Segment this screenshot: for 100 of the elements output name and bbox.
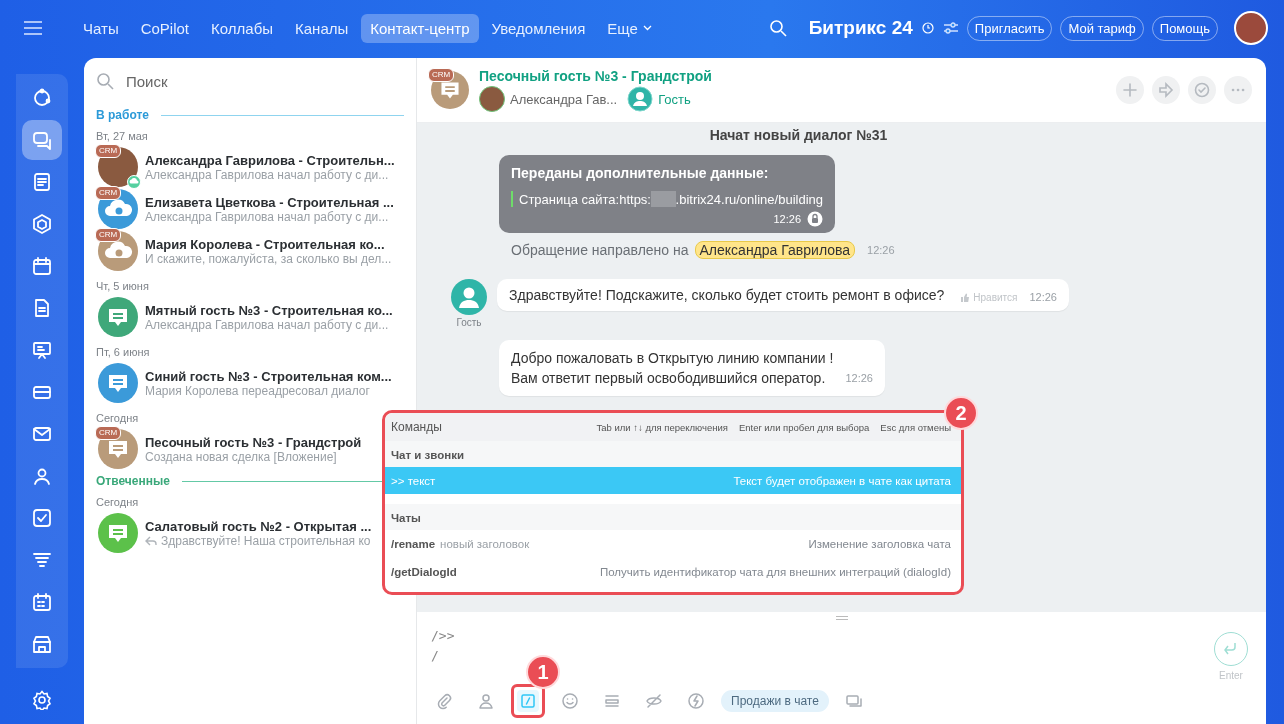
message-input[interactable]: />> / (431, 626, 455, 666)
step-marker: 1 (526, 655, 560, 689)
chat-title: Синий гость №3 - Строительная ком... (145, 368, 392, 384)
nav-tab[interactable]: CoPilot (131, 13, 199, 43)
routing-text: Обращение направлено на (511, 242, 689, 258)
member-name[interactable]: Александра Гав... (510, 91, 618, 107)
status-icon (127, 175, 141, 189)
smile-icon (561, 692, 579, 710)
section-header: Чат и звонки (385, 441, 961, 467)
nav-tab[interactable]: Чаты (74, 13, 128, 43)
search-icon (96, 72, 114, 90)
reply-icon (145, 535, 157, 546)
popup-title: Команды (391, 420, 442, 434)
member-name[interactable]: Гость (658, 91, 691, 107)
clock-icon (920, 21, 935, 35)
message-time: 12:26 (1029, 291, 1057, 303)
message-time: 12:26 (867, 244, 895, 256)
chat-list-item[interactable]: CRM Мария Королева - Строительная ко... И скажите, пожалуйста, за сколько вы дел... (84, 230, 406, 272)
slash-icon (519, 692, 537, 710)
chat-list-item[interactable]: CRM Песочный гость №3 - Грандстрой Создана новая сделка [Вложение] (84, 428, 376, 470)
store-icon (31, 633, 53, 655)
check-icon (1194, 82, 1210, 98)
tasks-icon (31, 507, 53, 529)
planner-icon (31, 591, 53, 613)
return-icon (1223, 642, 1239, 656)
nav-tab[interactable]: Уведомления (482, 13, 595, 43)
date-label: Пт, 6 июня (95, 345, 151, 360)
chat-preview: Александра Гаврилова начал работу с ди... (145, 209, 389, 224)
crm-badge: CRM (95, 228, 122, 242)
chat-title: Салатовый гость №2 - Открытая ... (145, 518, 372, 534)
sliders-icon[interactable] (942, 22, 959, 34)
chat-list-item[interactable]: Синий гость №3 - Строительная ком... Мария Королева переадресовал диалог (84, 362, 406, 404)
layers-icon (603, 692, 621, 710)
chat-preview: Мария Королева переадресовал диалог (145, 383, 370, 398)
user-mention[interactable]: Александра Гаврилова (694, 241, 856, 259)
page-url[interactable]: .bitrix24.ru/online/building (675, 191, 823, 207)
message-text: Добро пожаловать в Открытую линию компании ! Вам ответит первый освободившийся оператор. (511, 349, 834, 388)
message-heading: Переданы дополнительные данные: (511, 165, 770, 181)
date-label: Чт, 5 июня (95, 279, 150, 294)
nav-tab[interactable]: Контакт-центр (361, 13, 479, 43)
menu-icon[interactable] (24, 21, 42, 35)
sidebar-item[interactable] (22, 120, 62, 160)
date-label: Вт, 27 мая (95, 129, 149, 144)
chat-list-item[interactable]: Салатовый гость №2 - Открытая ... Здравствуйте! Наша строительная ко (84, 512, 386, 554)
chat-title: Мария Королева - Строительная ко... (145, 236, 386, 252)
crm-badge: CRM (95, 426, 122, 440)
chat-preview: Создана новая сделка [Вложение] (145, 449, 337, 464)
feed-icon (31, 171, 53, 193)
author-name: Гость (456, 317, 482, 328)
eye-off-icon (645, 692, 663, 710)
bolt-icon (687, 692, 705, 710)
crm-badge: CRM (95, 186, 122, 200)
date-label: Сегодня (95, 495, 140, 510)
command-item[interactable]: /getDialogId Получить идентификатор чата для внешних интеграций (dialogId) (385, 558, 961, 586)
calendar-icon (31, 255, 53, 277)
chat-preview: Александра Гаврилова начал работу с ди... (145, 167, 389, 182)
user-avatar[interactable] (1234, 11, 1268, 45)
lock-icon (807, 211, 823, 227)
chat-title: Елизавета Цветкова - Строительная ... (145, 194, 394, 210)
redacted-block (650, 191, 676, 207)
clip-icon (435, 692, 453, 710)
chat-list-item[interactable]: CRM Александра Гаврилова - Строительн... Александра Гаврилова начал работу с ди... (84, 146, 409, 188)
sales-chip[interactable]: Продажи в чате (721, 690, 829, 712)
keyboard-hint: Tab или ↑↓ для переключения (596, 421, 728, 433)
nav-tab[interactable]: Коллабы (202, 13, 282, 43)
check-button[interactable] (1188, 76, 1216, 104)
chat-title: Александра Гаврилова - Строительн... (145, 152, 395, 168)
send-hint: Enter (1219, 670, 1243, 681)
toolbar-button[interactable] (559, 690, 581, 712)
toolbar-button[interactable] (685, 690, 707, 712)
command-item[interactable]: /rename новый заголовок Изменение заголовка чата (385, 530, 961, 558)
chat-title: Песочный гость №3 - Грандстрой (145, 434, 362, 450)
dialog-title: Песочный гость №3 - Грандстрой (479, 68, 712, 84)
keyboard-hint: Enter или пробел для выбора (738, 421, 870, 433)
nav-tab[interactable]: Каналы (286, 13, 358, 43)
windows-icon (844, 692, 863, 710)
message-text: Здравствуйте! Подскажите, сколько будет стоить ремонт в офисе? (509, 287, 945, 303)
system-message: Начат новый диалог №31 (709, 127, 888, 143)
person-icon (477, 692, 495, 710)
caret-icon (642, 25, 652, 31)
brand-logo: Битрикс 24 (808, 17, 913, 39)
forward-icon (1158, 82, 1174, 98)
chat-preview: Здравствуйте! Наша строительная ко (161, 533, 371, 548)
guest-avatar-icon (627, 86, 654, 112)
more-menu[interactable]: Еще (598, 13, 661, 43)
section-header: Чаты (385, 504, 961, 530)
hexagon-icon (31, 213, 53, 235)
crm-badge: CRM (95, 144, 122, 158)
section-title: Отвеченные (96, 474, 170, 488)
chat-preview: И скажите, пожалуйста, за сколько вы дел... (145, 251, 392, 266)
search-icon[interactable] (768, 19, 787, 37)
plus-icon (1122, 82, 1138, 98)
message-time: 12:26 (845, 371, 873, 386)
message-time: 12:26 (773, 213, 801, 225)
chat-list-item[interactable]: CRM Елизавета Цветкова - Строительная ... Александра Гаврилова начал работу с ди... (84, 188, 408, 230)
page-url-label: Страница сайта:https: (519, 191, 651, 207)
presentation-icon (31, 339, 53, 361)
chat-list-item[interactable]: Мятный гость №3 - Строительная ко... Александра Гаврилова начал работу с ди... (84, 296, 407, 338)
guest-avatar-icon (451, 279, 487, 315)
settings-icon[interactable] (32, 690, 52, 710)
